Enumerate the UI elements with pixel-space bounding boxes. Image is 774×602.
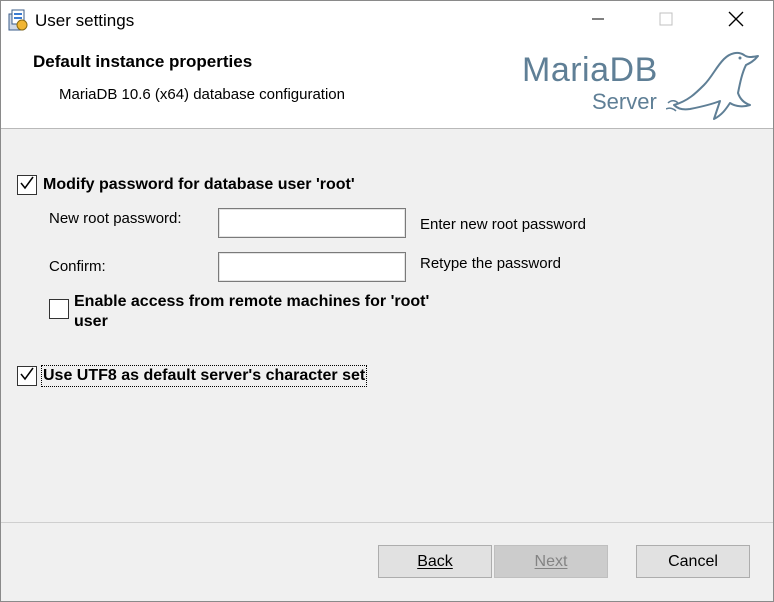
settings-panel: Modify password for database user 'root'…	[1, 130, 773, 522]
page-title: Default instance properties	[33, 52, 253, 71]
confirm-password-input[interactable]	[218, 252, 406, 282]
back-button-label: Back	[417, 552, 453, 570]
mariadb-logo: MariaDB Server	[516, 43, 766, 127]
installer-window: User settings Default instance propertie…	[0, 0, 774, 602]
modify-password-label[interactable]: Modify password for database user 'root'	[43, 176, 355, 194]
utf8-label[interactable]: Use UTF8 as default server's character s…	[40, 365, 368, 387]
remote-access-label[interactable]: Enable access from remote machines for '…	[74, 292, 429, 332]
logo-subtitle: Server	[592, 89, 657, 114]
confirm-password-hint: Retype the password	[420, 255, 561, 272]
title-bar: User settings	[1, 1, 773, 41]
modify-password-checkbox[interactable]	[17, 175, 37, 195]
button-bar: Back Next Cancel	[1, 523, 773, 601]
minimize-button[interactable]	[575, 1, 621, 41]
confirm-password-label: Confirm:	[49, 258, 106, 275]
cancel-button[interactable]: Cancel	[636, 545, 750, 578]
remote-access-label-line1: Enable access from remote machines for '…	[74, 293, 430, 310]
window-title: User settings	[35, 11, 135, 30]
checkmark-icon	[19, 175, 35, 196]
remote-access-checkbox[interactable]	[49, 299, 69, 319]
back-button[interactable]: Back	[378, 545, 492, 578]
checkmark-icon	[19, 366, 35, 387]
maximize-button[interactable]	[643, 1, 689, 41]
utf8-checkbox[interactable]	[17, 366, 37, 386]
remote-access-label-line2: user	[74, 313, 108, 330]
new-password-hint: Enter new root password	[420, 216, 586, 233]
sea-lion-icon	[665, 43, 766, 123]
next-button[interactable]: Next	[494, 545, 608, 578]
new-password-label: New root password:	[49, 210, 182, 227]
close-icon	[728, 11, 744, 32]
page-subtitle: MariaDB 10.6 (x64) database configuratio…	[59, 86, 345, 103]
header-banner: Default instance properties MariaDB 10.6…	[1, 41, 773, 129]
installer-app-icon	[6, 8, 30, 32]
close-button[interactable]	[713, 1, 759, 41]
new-password-input[interactable]	[218, 208, 406, 238]
next-button-label: Next	[534, 552, 568, 570]
cancel-button-label: Cancel	[668, 552, 718, 570]
minimize-icon	[591, 12, 605, 31]
logo-wordmark: MariaDB	[522, 51, 658, 89]
maximize-icon	[659, 12, 673, 31]
